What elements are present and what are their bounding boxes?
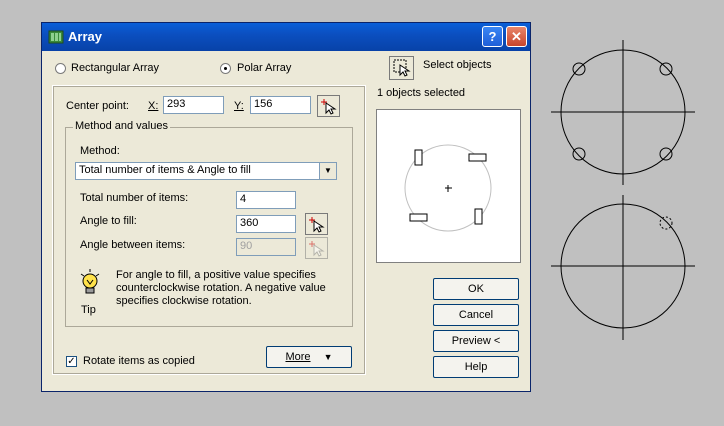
more-button-label: More bbox=[285, 351, 311, 363]
select-objects-button[interactable] bbox=[389, 56, 414, 80]
help-button[interactable]: Help bbox=[433, 356, 519, 378]
preview-button[interactable]: Preview < bbox=[433, 330, 519, 352]
preview-diagram bbox=[404, 144, 492, 232]
method-select[interactable]: Total number of items & Angle to fill ▼ bbox=[75, 162, 337, 180]
center-y-label: Y: bbox=[234, 100, 244, 112]
center-x-input[interactable]: 293 bbox=[163, 96, 224, 114]
polar-array-label[interactable]: Polar Array bbox=[237, 62, 291, 74]
close-button[interactable]: ✕ bbox=[506, 26, 527, 47]
method-values-title: Method and values bbox=[73, 120, 170, 132]
chevron-down-icon[interactable]: ▼ bbox=[319, 163, 336, 179]
angle-fill-input[interactable]: 360 bbox=[236, 215, 296, 233]
ok-button[interactable]: OK bbox=[433, 278, 519, 300]
array-app-icon bbox=[48, 30, 64, 44]
tip-label: Tip bbox=[81, 304, 96, 316]
polar-array-radio[interactable] bbox=[220, 63, 231, 74]
title-bar[interactable]: Array ? ✕ bbox=[42, 23, 530, 51]
pick-angle-between-button bbox=[305, 237, 328, 259]
check-icon: ✓ bbox=[67, 356, 76, 367]
rectangular-array-label[interactable]: Rectangular Array bbox=[71, 62, 159, 74]
center-point-label: Center point: bbox=[66, 100, 129, 112]
cursor-pick-icon bbox=[321, 99, 337, 115]
rotate-items-label[interactable]: Rotate items as copied bbox=[83, 355, 195, 367]
method-label: Method: bbox=[80, 145, 120, 157]
rectangular-array-radio[interactable] bbox=[55, 63, 66, 74]
center-y-input[interactable]: 156 bbox=[250, 96, 311, 114]
array-preview bbox=[376, 109, 521, 263]
dialog-title: Array bbox=[68, 29, 102, 44]
cursor-pick-icon bbox=[309, 241, 325, 257]
polar-array-drawing-top bbox=[551, 40, 695, 185]
close-icon: ✕ bbox=[511, 29, 522, 44]
select-objects-label[interactable]: Select objects bbox=[423, 59, 491, 71]
tip-lightbulb-icon bbox=[80, 269, 100, 294]
objects-selected-status: 1 objects selected bbox=[377, 87, 466, 99]
angle-fill-label: Angle to fill: bbox=[80, 215, 137, 227]
total-items-label: Total number of items: bbox=[80, 192, 189, 204]
cursor-pick-icon bbox=[309, 217, 325, 233]
cancel-button[interactable]: Cancel bbox=[433, 304, 519, 326]
pick-angle-fill-button[interactable] bbox=[305, 213, 328, 235]
center-x-label: X: bbox=[148, 100, 159, 112]
more-button[interactable]: More ▼ bbox=[266, 346, 352, 368]
help-title-button[interactable]: ? bbox=[482, 26, 503, 47]
question-icon: ? bbox=[488, 29, 497, 44]
angle-between-input: 90 bbox=[236, 238, 296, 256]
angle-between-label: Angle between items: bbox=[80, 239, 186, 251]
array-dialog: Array ? ✕ Rectangular Array Polar Array … bbox=[41, 22, 531, 392]
drawing-canvas bbox=[551, 40, 695, 340]
method-select-value: Total number of items & Angle to fill bbox=[79, 164, 251, 176]
rotate-items-checkbox[interactable]: ✓ bbox=[66, 356, 77, 367]
source-circle-drawing-bottom bbox=[551, 195, 695, 340]
pick-center-point-button[interactable] bbox=[317, 95, 340, 117]
double-chevron-down-icon: ▼ bbox=[323, 352, 333, 362]
tip-text: For angle to fill, a positive value spec… bbox=[116, 269, 326, 307]
total-items-input[interactable]: 4 bbox=[236, 191, 296, 209]
select-objects-icon bbox=[393, 59, 411, 77]
